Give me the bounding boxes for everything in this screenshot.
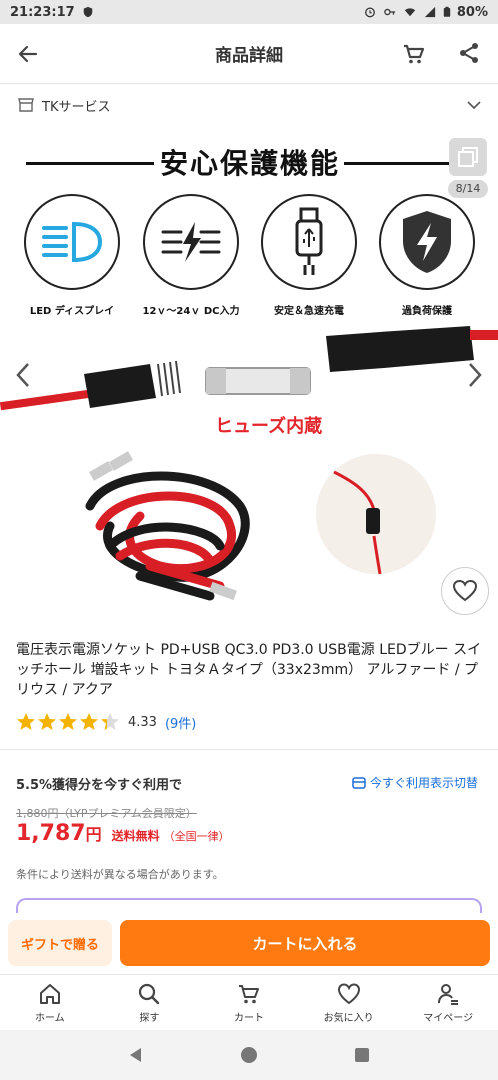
tab-home[interactable]: ホーム	[0, 975, 100, 1030]
app-bar: 商品詳細	[0, 24, 498, 84]
store-row[interactable]: TKサービス	[0, 85, 498, 125]
alarm-icon	[364, 7, 375, 18]
back-arrow-icon[interactable]	[16, 42, 40, 66]
tab-label: カート	[233, 1012, 264, 1024]
tab-favorites[interactable]: お気に入り	[299, 975, 399, 1030]
bottom-tab-bar: ホーム 探す カート お気に入り マイページ	[0, 974, 498, 1030]
tab-label: お気に入り	[323, 1012, 374, 1024]
usb-plug-icon	[261, 194, 357, 290]
product-title: 電圧表示電源ソケット PD+USB QC3.0 PD3.0 USB電源 LEDブ…	[16, 642, 482, 698]
feature-label-overload: 過負荷保護	[402, 306, 452, 317]
person-icon	[438, 983, 459, 1005]
status-time: 21:23:17	[10, 4, 75, 20]
feature-label-led: LED ディスプレイ	[29, 306, 115, 317]
fuse-caption: ヒューズ内蔵	[215, 416, 323, 437]
tab-cart[interactable]: カート	[199, 975, 299, 1030]
coupon-icon	[352, 776, 366, 789]
status-bar: 21:23:17 80%	[0, 0, 498, 24]
free-shipping-label: 送料無料	[111, 829, 160, 843]
price-row: 1,787 円 送料無料 （全国一律）	[16, 821, 230, 846]
cart-icon[interactable]	[402, 42, 426, 66]
nav-back-icon[interactable]	[127, 1046, 145, 1064]
rating-row: 4.33 (9件)	[16, 710, 196, 734]
cart-icon	[238, 984, 259, 1003]
inline-fuse-image	[316, 454, 436, 575]
heading-rule-right	[344, 162, 454, 165]
wifi-icon	[404, 8, 416, 17]
product-image-gallery[interactable]: 安心保護機能 8/14 LED ディスプレイ 12ｖ～24ｖ DC入力 安定＆急…	[0, 130, 498, 625]
fuse-holder-image	[0, 326, 498, 411]
system-nav-bar	[0, 1030, 498, 1080]
review-count-link[interactable]: (9件)	[165, 713, 196, 732]
original-price: 1,880円（LYPプレミアム会員限定）	[16, 807, 197, 820]
tab-search[interactable]: 探す	[100, 975, 200, 1030]
price-value: 1,787	[16, 821, 86, 846]
key-icon	[384, 8, 396, 16]
shipping-condition-note: 条件により送料が異なる場合があります。	[16, 868, 224, 881]
tab-mypage[interactable]: マイページ	[398, 975, 498, 1030]
share-icon[interactable]	[458, 42, 480, 64]
star-icon	[38, 713, 56, 730]
feature-label-charging: 安定＆急速充電	[274, 306, 344, 317]
led-headlight-icon	[24, 194, 120, 290]
image-counter: 8/14	[448, 180, 488, 198]
battery-icon	[443, 6, 451, 17]
heart-icon	[337, 982, 360, 1004]
nav-recents-icon[interactable]	[353, 1046, 371, 1064]
store-icon	[18, 98, 34, 112]
search-icon	[139, 983, 160, 1004]
action-bar: ギフトで贈る カートに入れる	[0, 913, 498, 973]
rating-stars	[16, 712, 120, 732]
chevron-down-icon[interactable]	[466, 97, 482, 113]
shield-check-icon	[83, 6, 92, 18]
star-icon	[59, 713, 77, 730]
star-icon	[80, 713, 98, 730]
wire-coil-image	[85, 451, 250, 601]
star-icon	[101, 713, 119, 730]
divider	[0, 749, 498, 750]
tab-label: 探す	[139, 1012, 160, 1024]
star-icon	[17, 713, 35, 730]
gallery-prev-icon[interactable]	[12, 360, 34, 390]
points-promo: 5.5%獲得分を今すぐ利用で	[16, 778, 183, 793]
heart-icon	[453, 580, 477, 602]
price-currency: 円	[85, 825, 102, 844]
home-icon	[39, 983, 60, 1004]
gallery-heading: 安心保護機能	[160, 147, 341, 180]
feature-label-voltage: 12ｖ～24ｖ DC入力	[142, 306, 240, 317]
image-stack-icon[interactable]	[449, 138, 487, 176]
points-toggle-label: 今すぐ利用表示切替	[370, 776, 479, 790]
add-to-cart-button[interactable]: カートに入れる	[120, 920, 490, 966]
favorite-button[interactable]	[441, 567, 489, 615]
points-toggle-link[interactable]: 今すぐ利用表示切替	[352, 774, 478, 791]
rating-value: 4.33	[128, 714, 157, 730]
nav-home-icon[interactable]	[240, 1046, 258, 1064]
tab-label: マイページ	[423, 1012, 474, 1024]
signal-icon	[424, 6, 436, 18]
heading-rule-left	[26, 162, 154, 165]
shield-bolt-icon	[379, 194, 475, 290]
store-name: TKサービス	[42, 99, 111, 115]
battery-level: 80%	[456, 4, 488, 20]
gallery-next-icon[interactable]	[464, 360, 486, 390]
voltage-icon	[143, 194, 239, 290]
tab-label: ホーム	[34, 1012, 65, 1024]
gift-button[interactable]: ギフトで贈る	[8, 920, 112, 966]
shipping-note: （全国一律）	[163, 830, 230, 843]
